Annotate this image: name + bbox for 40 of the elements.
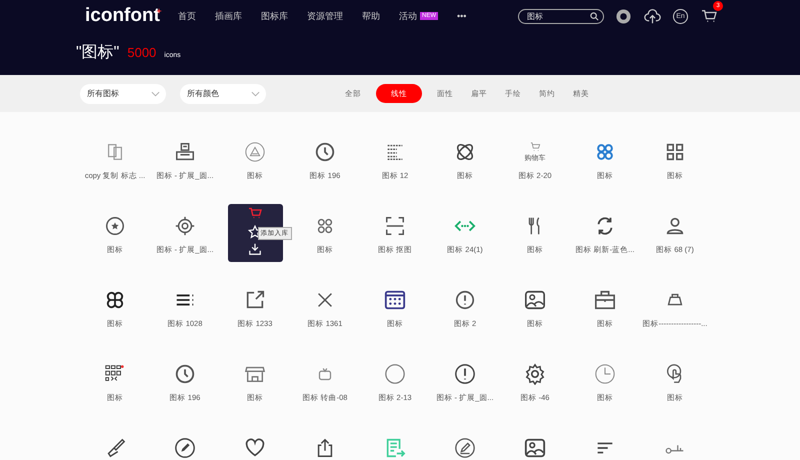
circle-icon[interactable] [384, 362, 406, 384]
avatar-icon[interactable] [615, 8, 632, 24]
filter-dropdown[interactable]: 所有图标 [80, 84, 166, 104]
briefcase-icon[interactable] [594, 288, 616, 310]
calendar-icon[interactable] [384, 288, 406, 310]
tray-icon[interactable] [174, 140, 196, 162]
external-link-icon[interactable] [244, 288, 266, 310]
nav-link[interactable]: 插画库 [215, 10, 242, 22]
alert-icon[interactable] [454, 288, 476, 310]
filter-dropdown[interactable]: 所有颜色 [180, 84, 266, 104]
nav-link[interactable]: 首页 [178, 10, 196, 22]
cart-button[interactable] [700, 8, 717, 24]
cart-icon[interactable] [248, 207, 262, 221]
target-icon[interactable] [174, 214, 196, 236]
clock-icon[interactable] [314, 140, 336, 162]
search-field[interactable]: 图标 [518, 8, 604, 24]
edit-icon[interactable] [454, 436, 476, 458]
result-count: 5000 [127, 45, 156, 60]
logo-text[interactable]: iconfont [85, 5, 160, 26]
search-icon[interactable] [590, 12, 599, 20]
heart-icon[interactable] [244, 436, 266, 458]
search-query-title: "图标" [76, 43, 120, 63]
clock-icon[interactable] [594, 362, 616, 384]
more-menu[interactable]: ••• [457, 11, 466, 21]
clock-icon[interactable] [174, 362, 196, 384]
image-icon[interactable] [524, 288, 546, 310]
nav-link[interactable]: 资源管理 [307, 10, 343, 22]
nav-link[interactable]: 帮助 [362, 10, 380, 22]
star-circle-icon[interactable] [104, 214, 126, 236]
nav-link[interactable]: 图标库 [261, 10, 288, 22]
cart-icon[interactable] [528, 140, 542, 152]
circle-emblem-icon[interactable] [244, 140, 266, 162]
sparkle-icon [156, 8, 162, 14]
download-icon[interactable] [248, 242, 262, 256]
settings-icon[interactable] [524, 362, 546, 384]
image-icon[interactable] [524, 436, 546, 458]
alert-icon[interactable] [454, 362, 476, 384]
scan-icon[interactable] [384, 214, 406, 236]
upload-cloud-icon[interactable] [644, 8, 661, 24]
pencil-icon[interactable] [174, 436, 196, 458]
